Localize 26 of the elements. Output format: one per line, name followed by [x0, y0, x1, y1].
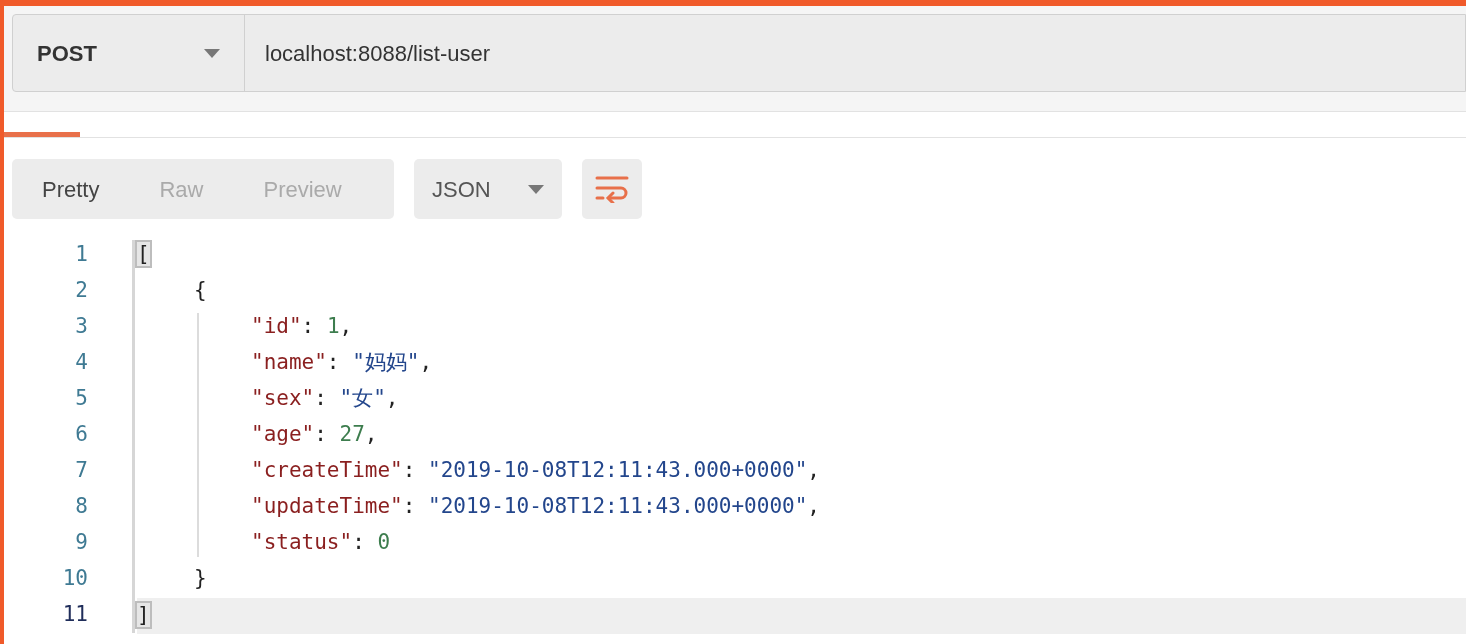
line-number: 8: [74, 493, 88, 521]
code-line: "id": 1,: [251, 313, 353, 341]
line-number: 9: [74, 529, 88, 557]
line-number: 10: [61, 565, 88, 593]
line-number: 7: [74, 457, 88, 485]
line-number: 2: [74, 277, 88, 305]
wrap-icon: [595, 175, 629, 203]
code-line: "updateTime": "2019-10-08T12:11:43.000+0000",: [251, 493, 820, 521]
format-tab[interactable]: Pretty: [12, 159, 130, 219]
wrap-lines-button[interactable]: [582, 159, 642, 219]
caret-icon: [528, 184, 544, 194]
code-line: "sex": "女",: [251, 385, 399, 413]
format-dropdown[interactable]: JSON: [414, 159, 562, 219]
code-line: "name": "妈妈",: [251, 349, 433, 377]
line-number: 5: [74, 385, 88, 413]
code-line: }: [194, 565, 207, 593]
format-label: JSON: [432, 175, 491, 204]
line-number: 11: [61, 601, 88, 629]
code-line: {: [194, 277, 207, 305]
line-number: 6: [74, 421, 88, 449]
code-line: "status": 0: [251, 529, 391, 557]
code-line: "age": 27,: [251, 421, 378, 449]
code-line: "createTime": "2019-10-08T12:11:43.000+0000",: [251, 457, 820, 485]
line-number: 1: [74, 241, 88, 269]
line-number: 3: [74, 313, 88, 341]
line-number: 4: [74, 349, 88, 377]
